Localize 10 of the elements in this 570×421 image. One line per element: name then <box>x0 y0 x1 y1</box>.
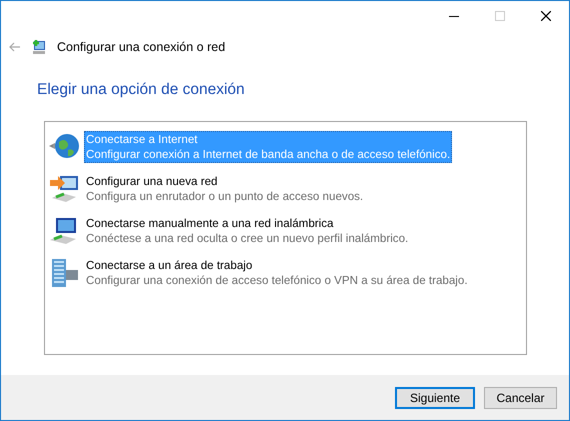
window-title: Configurar una conexión o red <box>57 40 226 54</box>
next-button[interactable]: Siguiente <box>395 386 475 408</box>
connection-option[interactable]: Conectarse manualmente a una red inalámbrica Conéctese a una red oculta o cree un nuevo perfil inalámbrico. <box>84 215 410 247</box>
network-setup-icon <box>31 39 47 55</box>
close-icon[interactable] <box>541 11 551 21</box>
network-computers-icon <box>48 174 80 204</box>
cancel-button[interactable]: Cancelar <box>484 386 557 408</box>
page-heading: Elegir una opción de conexión <box>37 81 246 99</box>
connection-option[interactable]: Configurar una nueva red Configura un enrutador o un punto de acceso nuevos. <box>84 173 366 205</box>
connection-option[interactable]: Conectarse a un área de trabajo Configurar una conexión de acceso telefónico o VPN a su área de trabajo. <box>84 257 470 289</box>
